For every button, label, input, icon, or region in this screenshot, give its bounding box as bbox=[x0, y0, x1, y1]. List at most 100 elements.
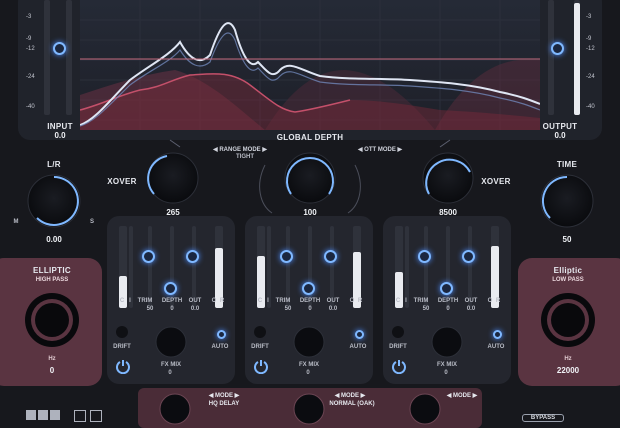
mode-value-1: HQ DELAY bbox=[208, 401, 240, 407]
depth-fader[interactable] bbox=[308, 226, 312, 308]
mode-selector-3[interactable]: ◀ MODE ▶ bbox=[440, 392, 484, 399]
trim-label: TRIM bbox=[413, 298, 429, 304]
fx-mix-value[interactable]: 0 bbox=[301, 370, 315, 376]
xover-low-label: XOVER bbox=[107, 177, 137, 186]
high-pass-unit: Hz bbox=[48, 356, 56, 362]
depth-handle[interactable] bbox=[164, 282, 177, 295]
auto-toggle[interactable] bbox=[355, 330, 364, 339]
trim-fader[interactable] bbox=[286, 226, 290, 308]
lr-knob[interactable] bbox=[25, 172, 83, 230]
fx-mix-value[interactable]: 0 bbox=[163, 370, 177, 376]
band-input-meter-r bbox=[405, 226, 409, 308]
out-handle[interactable] bbox=[324, 250, 337, 263]
input-meter-bar bbox=[44, 0, 50, 115]
depth-value[interactable]: 0 bbox=[165, 306, 179, 312]
trim-value[interactable]: 50 bbox=[419, 306, 433, 312]
window-icon[interactable] bbox=[74, 410, 86, 422]
out-value[interactable]: 0.0 bbox=[463, 306, 479, 312]
scale-label: -9 bbox=[26, 36, 32, 42]
trim-fader[interactable] bbox=[424, 226, 428, 308]
auto-toggle[interactable] bbox=[493, 330, 502, 339]
scale-label: -9 bbox=[586, 36, 592, 42]
spectrum-display bbox=[80, 0, 540, 130]
out-fader[interactable] bbox=[468, 226, 472, 308]
ott-mode-selector[interactable]: ◀ OTT MODE ▶ bbox=[345, 146, 415, 153]
low-pass-value[interactable]: 22000 bbox=[548, 366, 588, 375]
out-value[interactable]: 0.0 bbox=[187, 306, 203, 312]
window-icon-2[interactable] bbox=[90, 410, 102, 422]
scale-label: -12 bbox=[26, 46, 35, 52]
drift-toggle[interactable] bbox=[392, 326, 404, 338]
center-knob[interactable] bbox=[282, 150, 338, 206]
depth-value[interactable]: 0 bbox=[303, 306, 317, 312]
out-fader[interactable] bbox=[192, 226, 196, 308]
mode-knob-2[interactable] bbox=[292, 392, 326, 426]
trim-handle[interactable] bbox=[142, 250, 155, 263]
trim-value[interactable]: 50 bbox=[281, 306, 295, 312]
time-knob[interactable] bbox=[538, 172, 596, 230]
low-pass-knob[interactable] bbox=[538, 290, 598, 350]
preset-grid-icon[interactable] bbox=[26, 410, 62, 420]
depth-value[interactable]: 0 bbox=[441, 306, 455, 312]
o-label: O bbox=[487, 298, 493, 304]
fx-mix-knob[interactable] bbox=[431, 326, 463, 358]
mode-knob-1[interactable] bbox=[158, 392, 192, 426]
lr-value[interactable]: 0.00 bbox=[34, 235, 74, 244]
scale-label: -3 bbox=[586, 14, 592, 20]
trim-fader[interactable] bbox=[148, 226, 152, 308]
input-gain-handle[interactable] bbox=[53, 42, 66, 55]
trim-handle[interactable] bbox=[280, 250, 293, 263]
band-input-meter-r bbox=[267, 226, 271, 308]
auto-toggle[interactable] bbox=[217, 330, 226, 339]
trim-value[interactable]: 50 bbox=[143, 306, 157, 312]
mode-knob-3[interactable] bbox=[408, 392, 442, 426]
band-strip-mid: C I TRIM 50 DEPTH 0 OUT 0.0 O R DRIFT FX… bbox=[245, 216, 373, 384]
depth-handle[interactable] bbox=[302, 282, 315, 295]
high-pass-value[interactable]: 0 bbox=[32, 366, 72, 375]
power-icon[interactable] bbox=[391, 358, 407, 374]
depth-fader[interactable] bbox=[170, 226, 174, 308]
output-gain-handle[interactable] bbox=[551, 42, 564, 55]
fx-mix-label: FX MIX bbox=[298, 362, 319, 368]
fx-mix-knob[interactable] bbox=[293, 326, 325, 358]
scale-label: -12 bbox=[586, 46, 595, 52]
i-label: I bbox=[405, 298, 407, 304]
out-handle[interactable] bbox=[462, 250, 475, 263]
bypass-button[interactable]: BYPASS bbox=[522, 414, 564, 422]
xover-low-knob[interactable] bbox=[145, 150, 201, 206]
band-strip-high: C I TRIM 50 DEPTH 0 OUT 0.0 O R DRIFT FX… bbox=[383, 216, 511, 384]
r-label: R bbox=[219, 298, 225, 304]
out-fader[interactable] bbox=[330, 226, 334, 308]
auto-label: AUTO bbox=[211, 344, 229, 350]
range-mode-selector[interactable]: ◀ RANGE MODE ▶ bbox=[205, 146, 275, 153]
out-value[interactable]: 0.0 bbox=[325, 306, 341, 312]
trim-handle[interactable] bbox=[418, 250, 431, 263]
depth-handle[interactable] bbox=[440, 282, 453, 295]
trim-label: TRIM bbox=[137, 298, 153, 304]
c-label: C bbox=[119, 298, 125, 304]
xover-high-knob[interactable] bbox=[420, 150, 476, 206]
band-strip-low: C I TRIM 50 DEPTH 0 OUT 0.0 O R DRIFT FX… bbox=[107, 216, 235, 384]
lr-right-label: S bbox=[89, 219, 94, 225]
fx-mix-label: FX MIX bbox=[436, 362, 457, 368]
mode-selector-1[interactable]: ◀ MODE ▶ bbox=[200, 392, 248, 399]
auto-label: AUTO bbox=[487, 344, 505, 350]
lr-left-label: M bbox=[13, 219, 19, 225]
drift-toggle[interactable] bbox=[116, 326, 128, 338]
fx-mix-value[interactable]: 0 bbox=[439, 370, 453, 376]
out-label: OUT bbox=[188, 298, 202, 304]
time-value[interactable]: 50 bbox=[550, 235, 584, 244]
scale-label: -40 bbox=[586, 104, 595, 110]
mode-selector-2[interactable]: ◀ MODE ▶ bbox=[326, 392, 374, 399]
high-pass-knob[interactable] bbox=[22, 290, 82, 350]
drift-toggle[interactable] bbox=[254, 326, 266, 338]
power-icon[interactable] bbox=[115, 358, 131, 374]
depth-fader[interactable] bbox=[446, 226, 450, 308]
power-icon[interactable] bbox=[253, 358, 269, 374]
band-output-meter bbox=[215, 226, 223, 308]
drift-label: DRIFT bbox=[113, 344, 131, 350]
out-handle[interactable] bbox=[186, 250, 199, 263]
fx-mix-knob[interactable] bbox=[155, 326, 187, 358]
scale-label: -3 bbox=[26, 14, 32, 20]
trim-label: TRIM bbox=[275, 298, 291, 304]
